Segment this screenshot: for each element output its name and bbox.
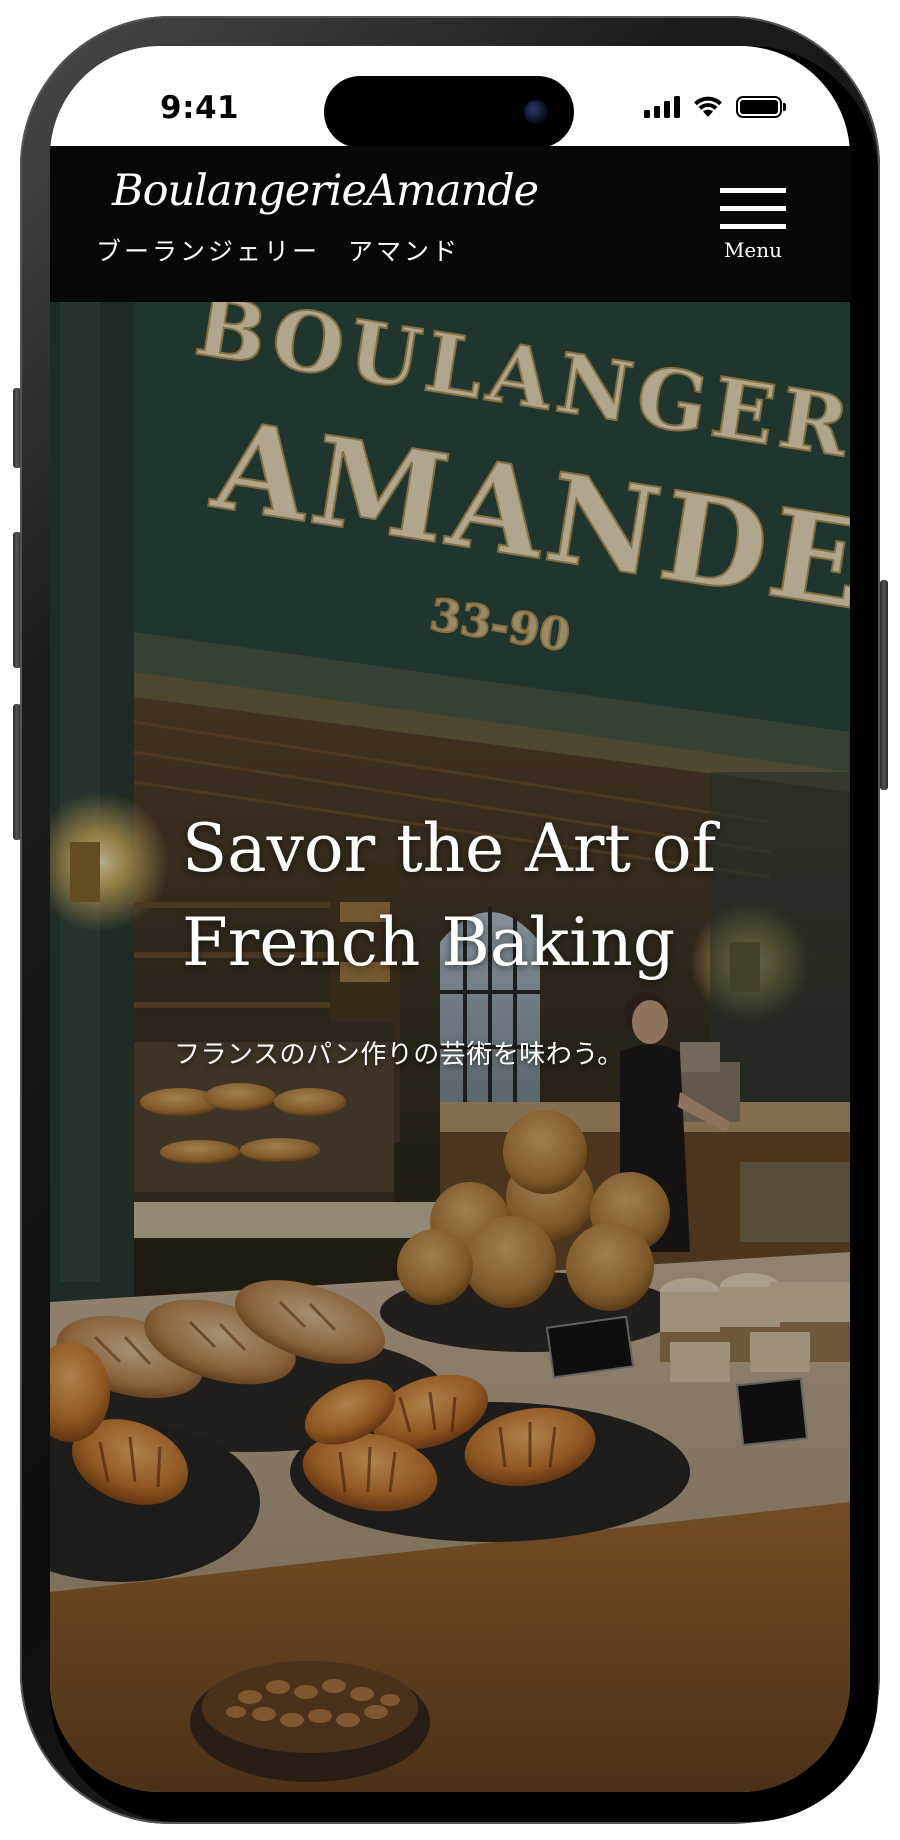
site-logo-kana[interactable]: ブーランジェリー アマンド [96,232,460,268]
mockup-stage: 9:41 BoulangerieAmande ブーランジェリー アマンド Men… [0,0,900,1840]
menu-button[interactable]: Menu [716,186,790,266]
status-bar: 9:41 [50,46,850,148]
battery-icon [736,96,786,118]
hero-title-line-1: Savor the Art of [182,810,717,887]
site-logo[interactable]: BoulangerieAmande [112,166,539,216]
battery-level [740,100,778,114]
signal-icon [644,96,680,118]
wifi-icon [694,96,722,117]
phone-screen: 9:41 BoulangerieAmande ブーランジェリー アマンド Men… [50,46,850,1792]
status-time: 9:41 [160,90,240,126]
site-header: BoulangerieAmande ブーランジェリー アマンド Menu [50,146,850,302]
status-icons [644,92,786,122]
front-camera-icon [524,100,548,124]
hero-title: Savor the Art of French Baking [182,802,802,990]
hero-title-line-2: French Baking [182,904,676,981]
hero-subtitle: フランスのパン作りの芸術を味わう。 [174,1040,624,1070]
dynamic-island [324,76,574,148]
hero-section: BOULANGERIE AMANDE 33-90 Savor the Art o… [50,302,850,1792]
power-button [880,580,888,790]
menu-label[interactable]: Menu [716,238,790,262]
